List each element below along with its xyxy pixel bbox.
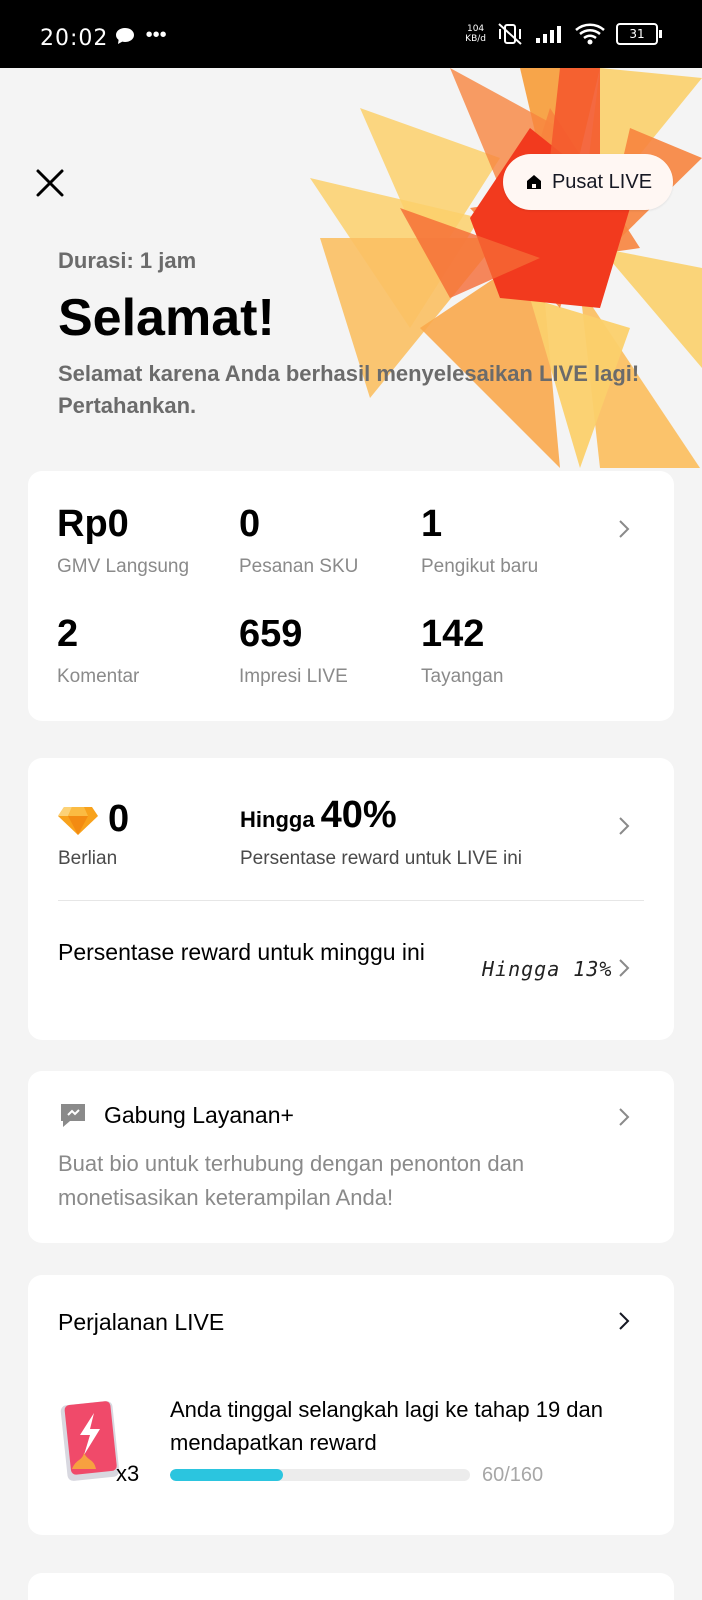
stat-sku-orders: 0 Pesanan SKU xyxy=(239,503,358,578)
layanan-description: Buat bio untuk terhubung dengan penonton… xyxy=(58,1151,525,1210)
live-summary-page: Pusat LIVE Durasi: 1 jam Selamat! Selama… xyxy=(0,68,702,1600)
chat-bubble-icon xyxy=(61,1104,85,1127)
journey-progress-bar xyxy=(170,1469,470,1481)
chat-bubble-icon xyxy=(116,27,134,44)
next-card xyxy=(28,1573,674,1600)
chevron-right-icon[interactable] xyxy=(614,958,634,978)
status-right-icons: 104 KB/d 31 xyxy=(465,22,662,46)
weekly-reward-label[interactable]: Persentase reward untuk minggu ini xyxy=(58,936,478,968)
wifi-icon xyxy=(575,23,605,45)
stat-value: 659 xyxy=(239,613,303,655)
up-to-percent: 40% xyxy=(320,794,397,836)
up-to-prefix: Hingga xyxy=(240,807,315,832)
signal-icon xyxy=(536,26,561,43)
journey-message: Anda tinggal selangkah lagi ke tahap 19 … xyxy=(170,1397,604,1455)
stat-label: Komentar xyxy=(57,666,140,687)
live-duration: Durasi: 1 jam xyxy=(58,248,197,273)
stat-label: Tayangan xyxy=(421,666,504,687)
chevron-right-icon[interactable] xyxy=(614,519,634,539)
chevron-right-icon[interactable] xyxy=(614,816,634,836)
weekly-reward-value: Hingga 13% xyxy=(482,957,613,981)
layanan-header: Gabung Layanan+ xyxy=(58,1101,294,1129)
diamond-icon xyxy=(58,806,98,835)
layanan-plus-card[interactable]: Gabung Layanan+ Buat bio untuk terhubung… xyxy=(28,1071,674,1243)
vibrate-off-icon xyxy=(498,23,522,45)
journey-progress-fill xyxy=(170,1469,283,1481)
stat-live-impressions: 659 Impresi LIVE xyxy=(239,613,348,688)
rewards-card: 0 Berlian Hingga 40% Persentase reward u… xyxy=(28,758,674,1040)
stat-label: Pesanan SKU xyxy=(239,556,359,577)
diamond-value: 0 xyxy=(108,798,130,840)
close-icon[interactable] xyxy=(30,163,70,203)
battery-level: 31 xyxy=(616,23,658,45)
net-speed-unit: KB/d xyxy=(465,34,486,44)
pusat-live-button[interactable]: Pusat LIVE xyxy=(503,154,673,210)
battery-icon: 31 xyxy=(616,23,662,45)
live-stats-card[interactable]: Rp0 GMV Langsung 0 Pesanan SKU 1 Pengiku… xyxy=(28,471,674,721)
stat-views: 142 Tayangan xyxy=(421,613,503,688)
journey-progress-count: 60/160 xyxy=(482,1464,544,1486)
reward-percentage[interactable]: Hingga 40% xyxy=(240,794,397,837)
layanan-title: Gabung Layanan+ xyxy=(104,1101,294,1128)
reward-card-thumbnail: x3 xyxy=(58,1399,148,1491)
diamond-summary[interactable]: 0 xyxy=(58,798,129,841)
chevron-right-icon[interactable] xyxy=(614,1107,634,1127)
net-speed-value: 104 xyxy=(466,24,485,34)
stat-label: Impresi LIVE xyxy=(239,666,348,687)
page-subtitle: Selamat karena Anda berhasil menyelesaik… xyxy=(58,361,640,418)
stat-value: 142 xyxy=(421,613,485,655)
stat-value: 2 xyxy=(57,613,79,655)
multiplier-badge: x3 xyxy=(116,1461,140,1486)
stat-value: 0 xyxy=(239,503,261,545)
diamond-label: Berlian xyxy=(58,848,118,869)
reward-label: Persentase reward untuk LIVE ini xyxy=(240,848,522,869)
status-notification-icons: ••• xyxy=(114,24,167,47)
stat-gmv: Rp0 GMV Langsung xyxy=(57,503,189,578)
divider xyxy=(58,900,644,901)
stat-label: GMV Langsung xyxy=(57,556,190,577)
stat-label: Pengikut baru xyxy=(421,556,539,577)
page-title: Selamat! xyxy=(58,289,275,347)
home-icon xyxy=(526,175,541,189)
status-time: 20:02 xyxy=(40,26,109,51)
journey-title: Perjalanan LIVE xyxy=(58,1309,225,1335)
stat-value: 1 xyxy=(421,503,443,545)
more-dots-icon: ••• xyxy=(145,24,167,46)
net-speed: 104 KB/d xyxy=(465,24,486,44)
pusat-live-label: Pusat LIVE xyxy=(551,170,653,193)
stat-new-followers: 1 Pengikut baru xyxy=(421,503,538,578)
stat-value: Rp0 xyxy=(57,503,129,545)
live-journey-card[interactable]: Perjalanan LIVE x3 Anda tinggal selangka… xyxy=(28,1275,674,1535)
chevron-right-icon[interactable] xyxy=(614,1311,634,1331)
stat-comments: 2 Komentar xyxy=(57,613,139,688)
congrats-header: Durasi: 1 jam Selamat! Selamat karena An… xyxy=(58,248,678,422)
status-bar: 20:02 ••• 104 KB/d 31 xyxy=(0,0,702,68)
